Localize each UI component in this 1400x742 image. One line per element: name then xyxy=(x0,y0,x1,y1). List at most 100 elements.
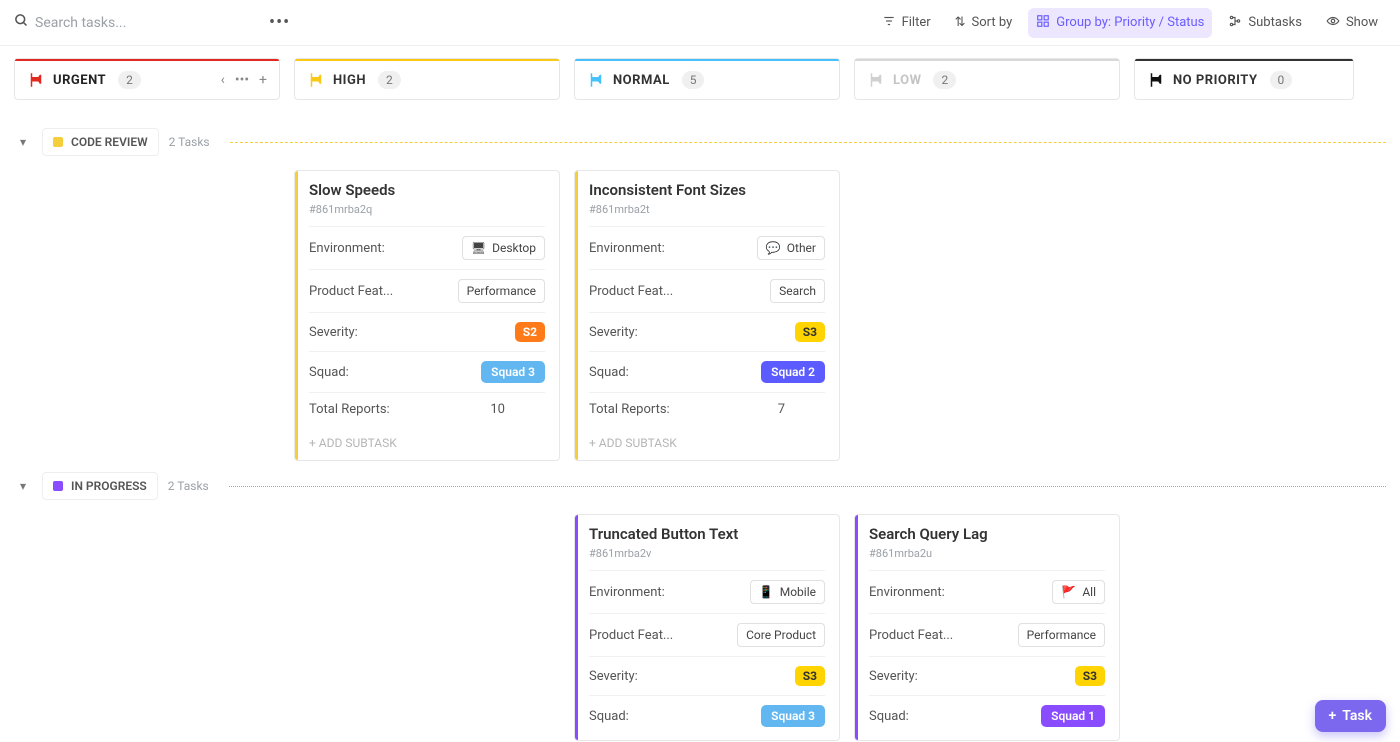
column-title: HIGH xyxy=(333,73,366,88)
total-reports-value: 10 xyxy=(490,402,505,417)
desktop-icon: 🖥 xyxy=(471,241,486,255)
lane-collapse-icon[interactable]: ▾ xyxy=(14,135,32,149)
column-count: 2 xyxy=(378,71,401,89)
lane-title: IN PROGRESS xyxy=(71,479,147,493)
column-normal[interactable]: NORMAL 5 xyxy=(574,58,840,100)
lane-count: 2 Tasks xyxy=(169,135,210,149)
task-card[interactable]: Search Query Lag #861mrba2u Environment:… xyxy=(854,514,1120,741)
feature-chip[interactable]: Search xyxy=(770,279,825,303)
filter-button[interactable]: Filter xyxy=(874,8,939,38)
field-label-squad: Squad: xyxy=(589,709,629,724)
severity-badge[interactable]: S3 xyxy=(1075,666,1105,686)
search-icon xyxy=(14,13,29,32)
sort-button[interactable]: ⇅ Sort by xyxy=(947,9,1021,36)
show-icon xyxy=(1326,14,1340,32)
severity-badge[interactable]: S3 xyxy=(795,666,825,686)
lane-title: CODE REVIEW xyxy=(71,135,148,149)
sort-icon: ⇅ xyxy=(955,15,966,30)
show-label: Show xyxy=(1346,15,1378,30)
top-more-icon[interactable]: ••• xyxy=(263,8,296,37)
new-task-label: Task xyxy=(1342,708,1372,724)
column-title: LOW xyxy=(893,73,921,88)
column-nopriority[interactable]: NO PRIORITY 0 xyxy=(1134,58,1354,100)
feature-chip[interactable]: Performance xyxy=(458,279,545,303)
subtasks-label: Subtasks xyxy=(1248,15,1302,30)
field-label-squad: Squad: xyxy=(589,365,629,380)
flag-icon: 🚩 xyxy=(1061,585,1076,599)
lane-in-progress: ▾ IN PROGRESS 2 Tasks Truncated Button T… xyxy=(0,472,1400,734)
column-urgent[interactable]: URGENT 2 ‹ ••• + xyxy=(14,58,280,100)
field-label-feature: Product Feat... xyxy=(309,284,393,299)
flag-icon xyxy=(27,71,45,89)
column-prev-icon[interactable]: ‹ xyxy=(221,72,225,88)
field-label-environment: Environment: xyxy=(309,241,385,256)
flag-icon xyxy=(867,71,885,89)
card-title: Search Query Lag xyxy=(869,525,1105,543)
sort-label: Sort by xyxy=(972,15,1013,30)
field-label-squad: Squad: xyxy=(869,709,909,724)
task-card[interactable]: Inconsistent Font Sizes #861mrba2t Envir… xyxy=(574,170,840,461)
lane-count: 2 Tasks xyxy=(168,479,209,493)
filter-icon xyxy=(882,14,896,32)
column-more-icon[interactable]: ••• xyxy=(235,72,249,88)
task-card[interactable]: Slow Speeds #861mrba2q Environment: 🖥 De… xyxy=(294,170,560,461)
lane-collapse-icon[interactable]: ▾ xyxy=(14,479,32,493)
feature-chip[interactable]: Performance xyxy=(1018,623,1105,647)
column-high[interactable]: HIGH 2 xyxy=(294,58,560,100)
lane-chip[interactable]: IN PROGRESS xyxy=(42,472,158,500)
search-input[interactable] xyxy=(35,15,255,31)
field-label-severity: Severity: xyxy=(589,669,638,684)
card-id: #861mrba2v xyxy=(589,547,825,560)
squad-badge[interactable]: Squad 1 xyxy=(1041,705,1105,727)
status-dot-icon xyxy=(53,481,63,491)
card-title: Inconsistent Font Sizes xyxy=(589,181,825,199)
severity-badge[interactable]: S2 xyxy=(515,322,545,342)
group-icon xyxy=(1036,14,1050,32)
flag-icon xyxy=(587,71,605,89)
environment-chip[interactable]: 💬 Other xyxy=(757,236,825,260)
field-label-environment: Environment: xyxy=(869,585,945,600)
severity-badge[interactable]: S3 xyxy=(795,322,825,342)
lane-chip[interactable]: CODE REVIEW xyxy=(42,128,159,156)
add-subtask-button[interactable]: + ADD SUBTASK xyxy=(589,426,825,456)
add-subtask-button[interactable]: + ADD SUBTASK xyxy=(309,426,545,456)
field-label-feature: Product Feat... xyxy=(869,628,953,643)
field-label-severity: Severity: xyxy=(309,325,358,340)
new-task-button[interactable]: + Task xyxy=(1315,700,1386,732)
field-label-squad: Squad: xyxy=(309,365,349,380)
environment-chip[interactable]: 🖥 Desktop xyxy=(462,236,545,260)
squad-badge[interactable]: Squad 2 xyxy=(761,361,825,383)
field-label-total-reports: Total Reports: xyxy=(589,402,670,417)
lane-divider xyxy=(229,486,1386,487)
field-label-environment: Environment: xyxy=(589,241,665,256)
field-label-feature: Product Feat... xyxy=(589,284,673,299)
filter-label: Filter xyxy=(902,15,931,30)
subtasks-icon xyxy=(1228,14,1242,32)
plus-icon: + xyxy=(1329,708,1337,724)
group-button[interactable]: Group by: Priority / Status xyxy=(1028,8,1212,38)
card-id: #861mrba2t xyxy=(589,203,825,216)
column-add-icon[interactable]: + xyxy=(259,72,267,88)
column-title: URGENT xyxy=(53,73,106,88)
field-label-severity: Severity: xyxy=(869,669,918,684)
card-id: #861mrba2q xyxy=(309,203,545,216)
flag-icon xyxy=(307,71,325,89)
show-button[interactable]: Show xyxy=(1318,8,1386,38)
lane-divider xyxy=(230,142,1386,143)
column-low[interactable]: LOW 2 xyxy=(854,58,1120,100)
squad-badge[interactable]: Squad 3 xyxy=(761,705,825,727)
column-count: 0 xyxy=(1270,71,1293,89)
card-id: #861mrba2u xyxy=(869,547,1105,560)
column-count: 5 xyxy=(682,71,705,89)
group-label: Group by: Priority / Status xyxy=(1056,15,1204,30)
task-card[interactable]: Truncated Button Text #861mrba2v Environ… xyxy=(574,514,840,741)
flag-icon xyxy=(1147,71,1165,89)
environment-chip[interactable]: 🚩 All xyxy=(1052,580,1105,604)
environment-chip[interactable]: 📱 Mobile xyxy=(750,580,825,604)
topbar: ••• Filter ⇅ Sort by Group by: Priority … xyxy=(0,0,1400,46)
squad-badge[interactable]: Squad 3 xyxy=(481,361,545,383)
subtasks-button[interactable]: Subtasks xyxy=(1220,8,1310,38)
column-count: 2 xyxy=(118,71,141,89)
priority-columns: URGENT 2 ‹ ••• + HIGH 2 NORMAL 5 LOW xyxy=(0,46,1400,106)
feature-chip[interactable]: Core Product xyxy=(737,623,825,647)
